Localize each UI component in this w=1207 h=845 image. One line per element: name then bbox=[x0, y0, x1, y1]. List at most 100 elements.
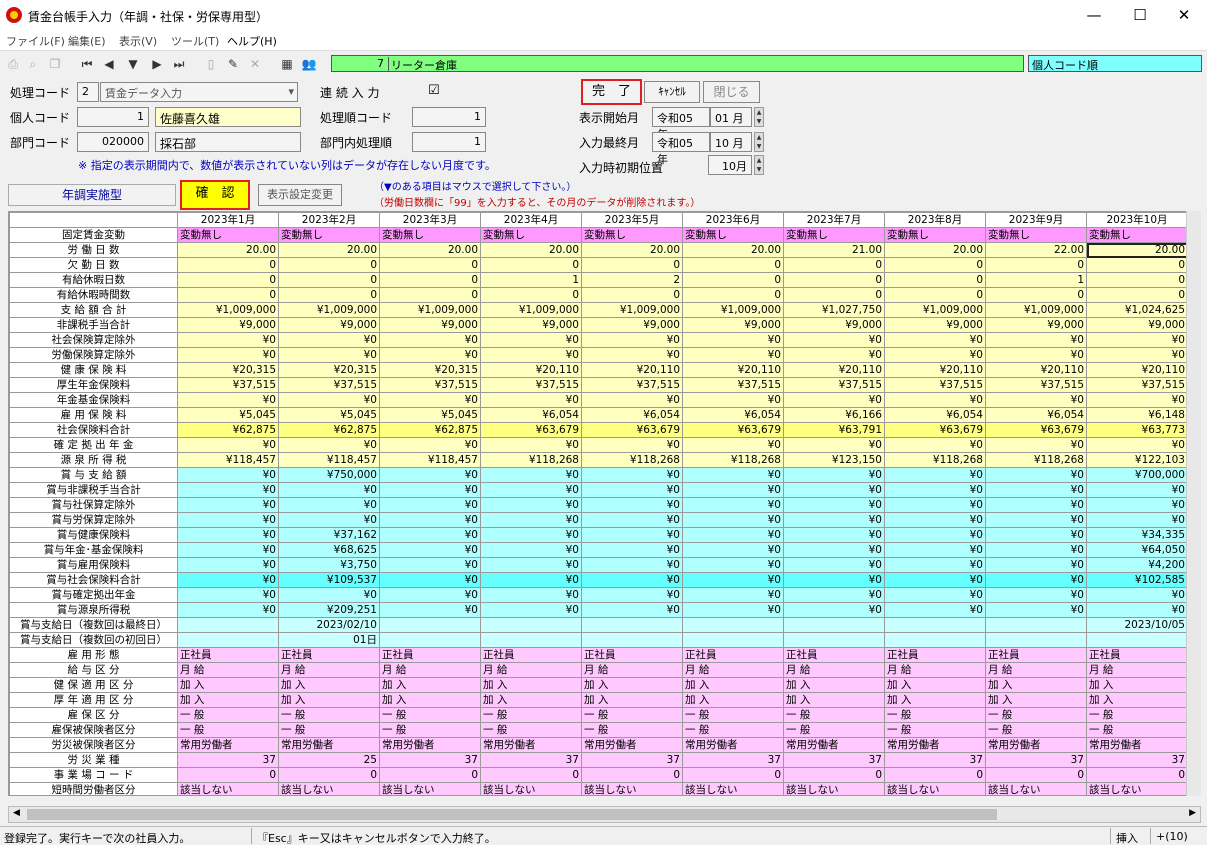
table-cell[interactable]: 加 入 bbox=[278, 692, 380, 708]
table-cell[interactable]: 月 給 bbox=[581, 662, 683, 678]
table-cell[interactable]: 一 般 bbox=[480, 707, 582, 723]
table-cell[interactable] bbox=[884, 632, 986, 648]
table-cell[interactable]: 月 給 bbox=[278, 662, 380, 678]
table-cell[interactable]: 0 bbox=[884, 767, 986, 783]
table-cell[interactable]: 該当しない bbox=[177, 782, 279, 795]
table-cell[interactable]: ¥0 bbox=[1086, 347, 1188, 363]
table-cell[interactable]: ¥0 bbox=[783, 392, 885, 408]
table-cell[interactable]: ¥0 bbox=[985, 527, 1087, 543]
table-cell[interactable]: 一 般 bbox=[682, 707, 784, 723]
table-cell[interactable]: ¥700,000 bbox=[1086, 467, 1188, 483]
table-cell[interactable]: ¥5,045 bbox=[177, 407, 279, 423]
table-cell[interactable]: ¥0 bbox=[884, 437, 986, 453]
table-cell[interactable]: ¥0 bbox=[1086, 332, 1188, 348]
table-cell[interactable]: 変動無し bbox=[985, 227, 1087, 243]
table-cell[interactable]: ¥37,515 bbox=[379, 377, 481, 393]
table-cell[interactable]: ¥20,110 bbox=[1086, 362, 1188, 378]
table-cell[interactable]: 月 給 bbox=[379, 662, 481, 678]
display-start-spinner[interactable]: ▲ ▼ bbox=[754, 107, 764, 127]
table-cell[interactable]: 一 般 bbox=[1086, 707, 1188, 723]
table-cell[interactable]: 37 bbox=[581, 752, 683, 768]
menu-help[interactable]: ヘルプ(H) bbox=[227, 33, 277, 49]
table-cell[interactable]: 0 bbox=[884, 257, 986, 273]
table-cell[interactable]: 変動無し bbox=[177, 227, 279, 243]
table-cell[interactable]: 20.00 bbox=[884, 242, 986, 258]
copy-icon[interactable]: ❐ bbox=[46, 55, 64, 73]
table-cell[interactable]: 37 bbox=[985, 752, 1087, 768]
table-cell[interactable]: ¥0 bbox=[682, 332, 784, 348]
table-cell[interactable]: 該当しない bbox=[581, 782, 683, 795]
input-init-spinner[interactable]: ▲ ▼ bbox=[754, 155, 764, 175]
table-cell[interactable]: 一 般 bbox=[480, 722, 582, 738]
table-cell[interactable]: 1 bbox=[985, 272, 1087, 288]
table-cell[interactable]: ¥118,268 bbox=[682, 452, 784, 468]
close-window-button[interactable]: ✕ bbox=[1161, 0, 1207, 30]
table-cell[interactable] bbox=[379, 632, 481, 648]
table-cell[interactable]: 37 bbox=[682, 752, 784, 768]
table-cell[interactable]: 正社員 bbox=[581, 647, 683, 663]
table-cell[interactable]: 0 bbox=[581, 287, 683, 303]
table-cell[interactable]: 月 給 bbox=[884, 662, 986, 678]
menu-tools[interactable]: ツール(T) bbox=[171, 33, 219, 49]
table-cell[interactable]: ¥0 bbox=[783, 437, 885, 453]
table-cell[interactable]: ¥1,009,000 bbox=[682, 302, 784, 318]
table-cell[interactable]: ¥0 bbox=[985, 332, 1087, 348]
calculator-icon[interactable]: ▦ bbox=[278, 55, 296, 73]
table-cell[interactable]: 0 bbox=[884, 287, 986, 303]
table-cell[interactable]: 一 般 bbox=[177, 722, 279, 738]
table-cell[interactable]: 常用労働者 bbox=[581, 737, 683, 753]
process-name-select[interactable]: 賃金データ入力 ▾ bbox=[100, 82, 298, 102]
table-cell[interactable]: ¥0 bbox=[480, 512, 582, 528]
table-cell[interactable]: ¥0 bbox=[480, 392, 582, 408]
table-cell[interactable]: ¥0 bbox=[480, 587, 582, 603]
table-cell[interactable]: ¥0 bbox=[682, 392, 784, 408]
table-cell[interactable]: ¥0 bbox=[884, 347, 986, 363]
table-cell[interactable]: 0 bbox=[1086, 767, 1188, 783]
table-cell[interactable]: ¥0 bbox=[177, 542, 279, 558]
display-start-era[interactable]: 令和05 年 bbox=[652, 107, 710, 141]
table-cell[interactable]: 加 入 bbox=[783, 677, 885, 693]
table-cell[interactable]: 一 般 bbox=[379, 722, 481, 738]
table-cell[interactable]: 0 bbox=[581, 257, 683, 273]
table-cell[interactable]: 37 bbox=[480, 752, 582, 768]
table-cell[interactable]: ¥6,148 bbox=[1086, 407, 1188, 423]
table-cell[interactable]: ¥0 bbox=[682, 587, 784, 603]
table-cell[interactable]: ¥0 bbox=[985, 467, 1087, 483]
table-cell[interactable]: ¥63,679 bbox=[985, 422, 1087, 438]
table-cell[interactable]: ¥0 bbox=[783, 332, 885, 348]
table-cell[interactable]: 加 入 bbox=[581, 677, 683, 693]
table-cell[interactable]: ¥0 bbox=[884, 542, 986, 558]
done-button[interactable]: 完 了 bbox=[581, 79, 642, 105]
table-cell[interactable]: ¥0 bbox=[884, 587, 986, 603]
table-cell[interactable]: ¥37,515 bbox=[1086, 377, 1188, 393]
delete-icon[interactable]: ✕ bbox=[246, 55, 264, 73]
table-cell[interactable]: ¥0 bbox=[783, 602, 885, 618]
table-cell[interactable]: 0 bbox=[783, 287, 885, 303]
table-cell[interactable]: 加 入 bbox=[379, 692, 481, 708]
table-cell[interactable]: 一 般 bbox=[379, 707, 481, 723]
table-cell[interactable]: 20.00 bbox=[177, 242, 279, 258]
table-cell[interactable]: ¥6,054 bbox=[884, 407, 986, 423]
table-cell[interactable]: ¥0 bbox=[1086, 482, 1188, 498]
table-cell[interactable]: ¥0 bbox=[480, 572, 582, 588]
table-cell[interactable]: 一 般 bbox=[682, 722, 784, 738]
scroll-left-icon[interactable]: ◀ bbox=[13, 808, 20, 818]
table-cell[interactable]: 0 bbox=[682, 272, 784, 288]
table-cell[interactable]: 加 入 bbox=[278, 677, 380, 693]
table-cell[interactable]: ¥0 bbox=[379, 332, 481, 348]
proc-order-field[interactable]: 1 bbox=[412, 107, 486, 127]
table-cell[interactable]: 変動無し bbox=[581, 227, 683, 243]
table-cell[interactable]: 該当しない bbox=[278, 782, 380, 795]
table-cell[interactable]: 一 般 bbox=[783, 707, 885, 723]
table-cell[interactable]: ¥0 bbox=[480, 482, 582, 498]
table-cell[interactable]: ¥0 bbox=[581, 332, 683, 348]
table-cell[interactable] bbox=[480, 632, 582, 648]
table-cell[interactable]: ¥118,268 bbox=[581, 452, 683, 468]
table-cell[interactable]: ¥209,251 bbox=[278, 602, 380, 618]
table-cell[interactable]: ¥0 bbox=[985, 497, 1087, 513]
table-cell[interactable]: ¥5,045 bbox=[379, 407, 481, 423]
table-cell[interactable] bbox=[177, 617, 279, 633]
table-cell[interactable]: ¥0 bbox=[480, 347, 582, 363]
menu-view[interactable]: 表示(V) bbox=[119, 33, 157, 49]
table-cell[interactable]: ¥0 bbox=[1086, 392, 1188, 408]
